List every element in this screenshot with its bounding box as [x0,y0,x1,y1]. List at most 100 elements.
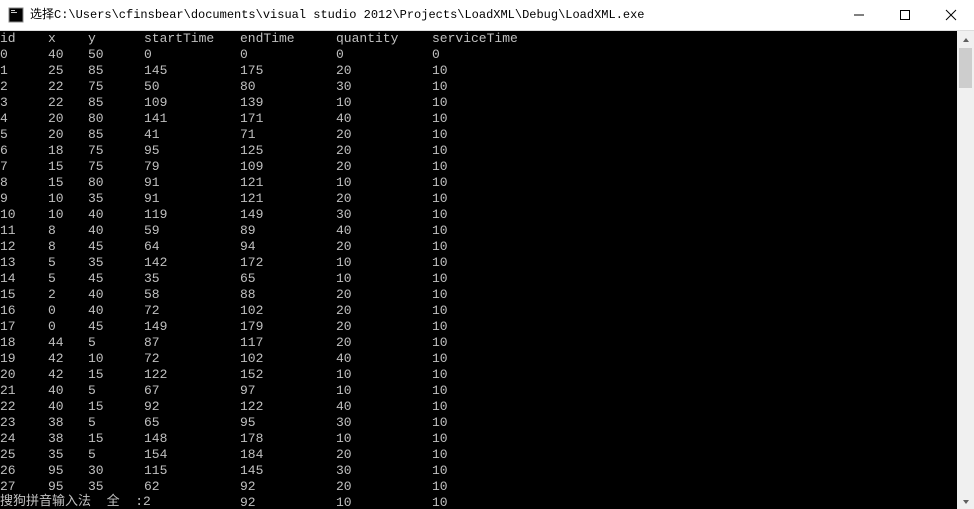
cell-id: 12 [0,239,48,255]
cell-id: 2 [0,79,48,95]
scroll-down-button[interactable] [957,493,974,509]
cell-endTime: 139 [240,95,336,111]
titlebar[interactable]: 选择C:\Users\cfinsbear\documents\visual st… [0,0,974,31]
cell-serviceTime: 10 [432,351,448,367]
cell-startTime: 154 [144,447,240,463]
table-row: 91035911212010 [0,191,956,207]
cell-id: 7 [0,159,48,175]
cell-y: 45 [88,239,144,255]
cell-id: 10 [0,207,48,223]
cell-endTime: 178 [240,431,336,447]
col-x: x [48,31,88,47]
cell-x: 8 [48,223,88,239]
cell-quantity: 40 [336,223,432,239]
scroll-thumb[interactable] [959,48,972,88]
cell-x: 5 [48,255,88,271]
cell-serviceTime: 10 [432,319,448,335]
table-row: 5208541712010 [0,127,956,143]
cell-startTime: 92 [144,399,240,415]
cell-endTime: 179 [240,319,336,335]
close-button[interactable] [928,0,974,30]
cell-endTime: 102 [240,351,336,367]
cell-quantity: 30 [336,79,432,95]
cell-x: 44 [48,335,88,351]
table-row: 27953562922010 [0,479,956,495]
cell-startTime: 67 [144,383,240,399]
cell-x: 95 [48,463,88,479]
cell-endTime: 175 [240,63,336,79]
cell-y: 35 [88,191,144,207]
cell-endTime: 171 [240,111,336,127]
cell-quantity: 20 [336,127,432,143]
cell-x: 40 [48,383,88,399]
cell-quantity: 10 [336,367,432,383]
cell-serviceTime: 10 [432,335,448,351]
cell-y: 15 [88,367,144,383]
cell-quantity: 20 [336,239,432,255]
cell-quantity: 30 [336,207,432,223]
cell-y: 45 [88,319,144,335]
table-row: 1184059894010 [0,223,956,239]
cell-startTime: 58 [144,287,240,303]
cell-startTime: 87 [144,335,240,351]
table-row: 1454535651010 [0,271,956,287]
cell-y: 80 [88,175,144,191]
cell-serviceTime: 0 [432,47,440,63]
cell-endTime: 89 [240,223,336,239]
col-endTime: endTime [240,31,336,47]
cell-startTime: 91 [144,175,240,191]
table-row: 18445871172010 [0,335,956,351]
cell-quantity: 20 [336,479,432,495]
cell-serviceTime: 10 [432,127,448,143]
cell-x: 38 [48,415,88,431]
cell-id: 19 [0,351,48,367]
cell-quantity: 10 [336,271,432,287]
cell-y: 50 [88,47,144,63]
cell-y: 75 [88,143,144,159]
cell-y: 40 [88,303,144,319]
cell-startTime: 115 [144,463,240,479]
cell-quantity: 20 [336,447,432,463]
cell-quantity: 20 [336,335,432,351]
cell-id: 17 [0,319,48,335]
cell-startTime: 41 [144,127,240,143]
cell-y: 5 [88,447,144,463]
cell-x: 20 [48,111,88,127]
cell-quantity: 40 [336,351,432,367]
scroll-up-button[interactable] [957,31,974,48]
cell-quantity: 10 [336,255,432,271]
cell-endTime: 95 [240,415,336,431]
cell-serviceTime: 10 [432,463,448,479]
cell-endTime: 117 [240,335,336,351]
cell-endTime: 92 [240,479,336,495]
cell-startTime: 119 [144,207,240,223]
table-row: 2227550803010 [0,79,956,95]
vertical-scrollbar[interactable] [957,31,974,509]
cell-serviceTime: 10 [432,479,448,495]
client-area: idxystartTimeendTimequantityserviceTime0… [0,31,974,509]
cell-serviceTime: 10 [432,399,448,415]
cell-endTime: 102 [240,303,336,319]
cell-quantity: 10 [336,95,432,111]
cell-id: 27 [0,479,48,495]
console-output[interactable]: idxystartTimeendTimequantityserviceTime0… [0,31,956,509]
maximize-button[interactable] [882,0,928,30]
cell-startTime: 148 [144,431,240,447]
cell-startTime: 149 [144,319,240,335]
cell-y: 40 [88,207,144,223]
cell-y: 40 [88,223,144,239]
cell-serviceTime: 10 [432,303,448,319]
table-row: 194210721024010 [0,351,956,367]
cell-endTime: 65 [240,271,336,287]
cell-endTime: 125 [240,143,336,159]
cell-startTime: 122 [144,367,240,383]
cell-quantity: 0 [336,47,432,63]
table-row: 2338565953010 [0,415,956,431]
cell-quantity: 20 [336,143,432,159]
cell-x: 42 [48,351,88,367]
cell-id: 1 [0,63,48,79]
ime-status: 搜狗拼音输入法 全 :2 [0,494,151,509]
cell-endTime: 121 [240,191,336,207]
minimize-button[interactable] [836,0,882,30]
cell-y: 35 [88,479,144,495]
